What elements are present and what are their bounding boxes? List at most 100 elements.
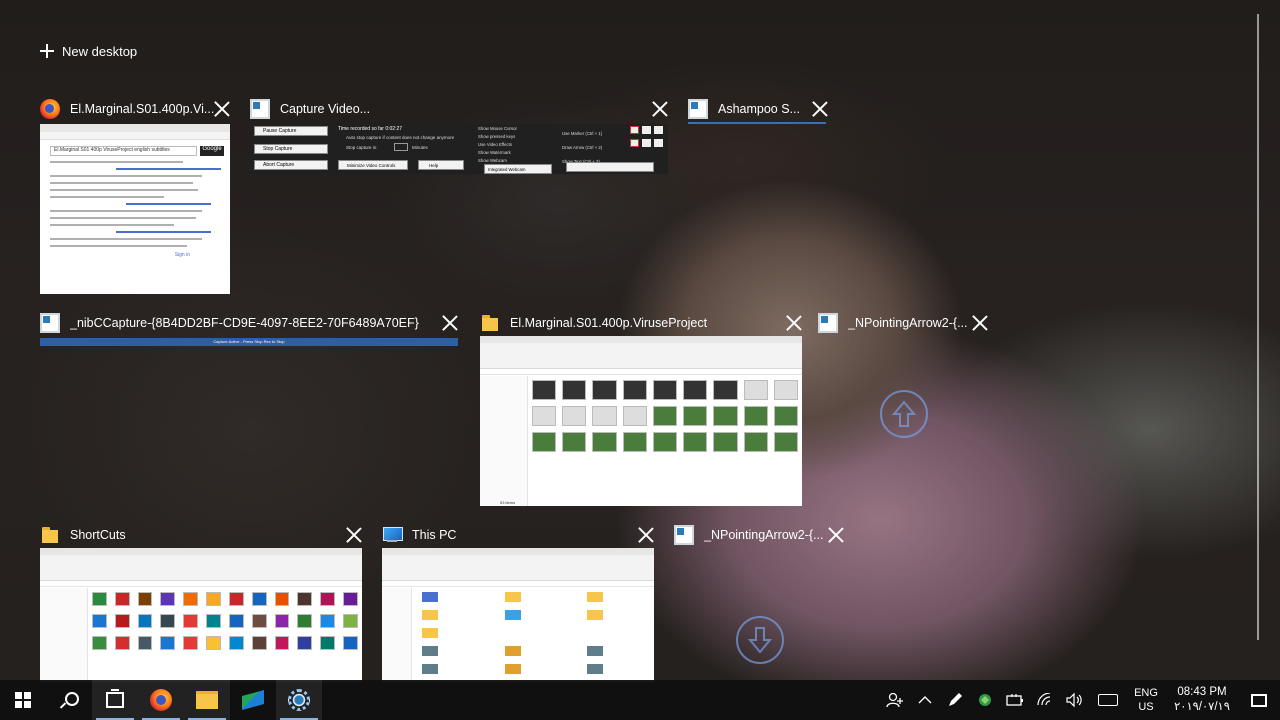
close-window-button[interactable] (638, 527, 654, 543)
window-title: Ashampoo S... (718, 102, 800, 116)
window-tile-nibccapture[interactable]: _nibCCapture-{8B4DD2BF-CD9E-4097-8EE2-70… (40, 312, 458, 346)
use-marker-option: Use Marker (Ctrl + 1) (562, 131, 603, 136)
window-title: Capture Video... (280, 102, 371, 116)
window-thumbnail[interactable] (382, 548, 654, 682)
check-mouse-cursor: Show Mouse Cursor (478, 126, 517, 131)
window-thumbnail[interactable]: El.Marginal S01 400p ViruseProject engli… (40, 124, 230, 294)
pause-capture-button: Pause Capture (254, 126, 328, 136)
keyboard-icon (1098, 694, 1118, 706)
window-tile-ashampoo[interactable]: Ashampoo S... (688, 98, 828, 126)
pen-tool-icon[interactable] (940, 680, 970, 720)
app-window-icon (818, 313, 838, 333)
down-arrow-icon[interactable] (736, 616, 784, 664)
capture-active-strip: Capture Active - Press Stop Rec to Stop (40, 338, 458, 346)
close-window-button[interactable] (828, 527, 844, 543)
wifi-icon[interactable] (1030, 680, 1060, 720)
taskbar-ashampoo[interactable] (276, 680, 322, 720)
check-pressed-keys: Show pressed keys (478, 134, 516, 139)
close-window-button[interactable] (346, 527, 362, 543)
minutes-input (394, 143, 408, 151)
window-title: El.Marginal.S01.400p.ViruseProject (510, 316, 708, 330)
system-tray: ENG US 08:43 PM ۲۰۱۹/۰۷/۱۹ (880, 680, 1280, 720)
task-view-button[interactable] (92, 680, 138, 720)
show-hidden-icons-chevron-icon[interactable] (910, 680, 940, 720)
start-button[interactable] (0, 680, 46, 720)
text-input (566, 162, 654, 172)
app-window-icon (674, 525, 694, 545)
check-video-effects: Use Video Effects (478, 142, 512, 147)
notification-icon (1251, 693, 1267, 707)
auto-stop-option: Auto stop capture if content does not ch… (346, 135, 455, 140)
search-icon (61, 692, 79, 708)
help-button: Help (418, 160, 464, 170)
folder-icon (480, 313, 500, 333)
thumb-link: Sign in (174, 252, 190, 258)
close-window-button[interactable] (812, 101, 828, 117)
firefox-icon (150, 689, 172, 711)
language-code: ENG (1134, 687, 1158, 699)
window-thumbnail[interactable]: Capture Active - Press Stop Rec to Stop (40, 338, 458, 346)
region-code: US (1138, 701, 1154, 713)
window-tile-npointingarrow-up[interactable]: _NPointingArrow2-{... (818, 312, 988, 452)
windows-logo-icon (15, 692, 31, 708)
file-explorer-icon (196, 691, 218, 709)
time-recorded-label: Time recorded so far 0:02:27 (338, 126, 403, 132)
window-tile-this-pc[interactable]: This PC (382, 524, 654, 684)
app-window-icon (688, 99, 708, 119)
search-button[interactable] (46, 680, 92, 720)
window-title: ShortCuts (70, 528, 126, 542)
window-tile-shortcuts[interactable]: ShortCuts (40, 524, 362, 684)
timeline-scrollbar[interactable] (1257, 14, 1259, 640)
up-arrow-icon[interactable] (880, 390, 928, 438)
stop-capture-button: Stop Capture (254, 144, 328, 154)
plus-icon (40, 44, 54, 58)
action-center-button[interactable] (1238, 680, 1280, 720)
thumb-search-box: El.Marginal S01 400p ViruseProject engli… (50, 146, 197, 156)
close-window-button[interactable] (442, 315, 458, 331)
abort-capture-button: Abort Capture (254, 160, 328, 170)
capture-app-icon (242, 690, 264, 710)
close-window-button[interactable] (972, 315, 988, 331)
this-pc-icon (382, 525, 403, 545)
taskbar-firefox[interactable] (138, 680, 184, 720)
new-desktop-button[interactable]: New desktop (40, 40, 137, 62)
firefox-icon (40, 99, 60, 119)
ashampoo-icon (288, 689, 310, 711)
thumb-brand: Google (200, 146, 224, 156)
people-icon[interactable] (880, 680, 910, 720)
window-title: _NPointingArrow2-{... (704, 528, 824, 542)
window-thumbnail[interactable] (40, 548, 362, 682)
close-window-button[interactable] (652, 101, 668, 117)
taskbar-file-explorer[interactable] (184, 680, 230, 720)
close-window-button[interactable] (214, 101, 230, 117)
window-thumbnail[interactable]: Pause Capture Stop Capture Abort Capture… (250, 124, 668, 174)
battery-icon[interactable] (1000, 680, 1030, 720)
window-tile-firefox[interactable]: El.Marginal.S01.400p.Vi... El.Marginal S… (40, 98, 230, 294)
volume-icon[interactable] (1060, 680, 1090, 720)
folder-icon (40, 525, 60, 545)
window-tile-capture-video[interactable]: Capture Video... Pause Capture Stop Capt… (250, 98, 668, 176)
touch-keyboard-button[interactable] (1090, 680, 1126, 720)
webcam-select: Integrated Webcam (484, 164, 552, 174)
security-shield-icon[interactable] (970, 680, 1000, 720)
draw-arrow-option: Draw Arrow (Ctrl + 2) (562, 145, 603, 150)
task-view-icon (106, 689, 124, 708)
app-window-icon (40, 313, 60, 333)
window-thumbnail[interactable]: 53 items (480, 336, 802, 506)
explorer-status-bar: 53 items (500, 500, 516, 505)
stop-in-option: Stop capture in: (346, 145, 378, 150)
window-tile-explorer-elmarginal[interactable]: El.Marginal.S01.400p.ViruseProject 53 it… (480, 312, 802, 508)
check-watermark: Show Watermark (478, 150, 511, 155)
new-desktop-label: New desktop (62, 43, 138, 59)
taskbar: ENG US 08:43 PM ۲۰۱۹/۰۷/۱۹ (0, 680, 1280, 720)
input-language-indicator[interactable]: ENG US (1126, 686, 1166, 714)
app-window-icon (250, 99, 270, 119)
selection-underline (688, 122, 826, 124)
clock-time: 08:43 PM (1177, 686, 1227, 698)
close-window-button[interactable] (786, 315, 802, 331)
window-title: _nibCCapture-{8B4DD2BF-CD9E-4097-8EE2-70… (70, 316, 419, 330)
taskbar-capture-app[interactable] (230, 680, 276, 720)
window-tile-npointingarrow-down[interactable]: _NPointingArrow2-{... (674, 524, 844, 674)
clock[interactable]: 08:43 PM ۲۰۱۹/۰۷/۱۹ (1166, 685, 1238, 715)
window-title: El.Marginal.S01.400p.Vi... (70, 102, 214, 116)
